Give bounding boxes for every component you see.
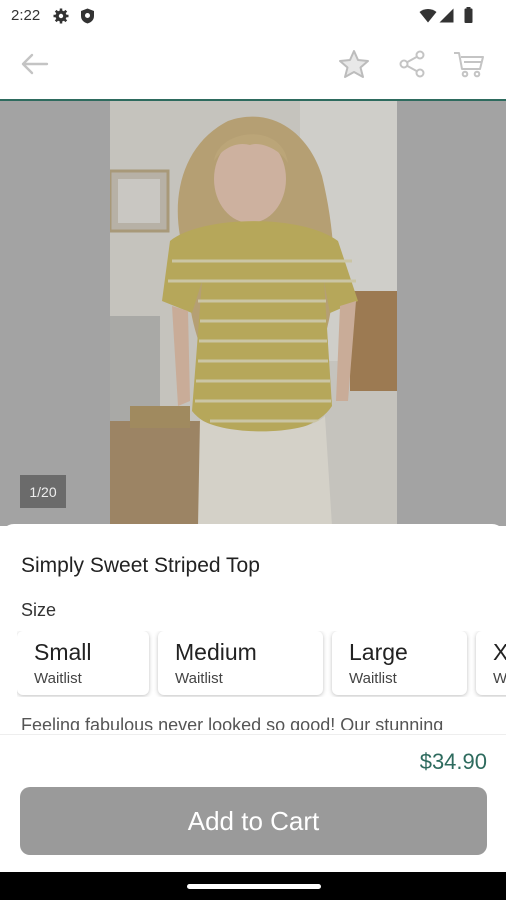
product-description: Feeling fabulous never looked so good! O…: [21, 715, 444, 730]
size-option-medium[interactable]: Medium Waitlist: [158, 631, 323, 695]
back-button[interactable]: [17, 49, 51, 83]
purchase-panel: $34.90 Add to Cart: [0, 734, 506, 872]
product-price: $34.90: [419, 749, 487, 774]
size-option-small[interactable]: Small Waitlist: [17, 631, 149, 695]
product-title: Simply Sweet Striped Top: [21, 554, 260, 577]
size-name: Large: [349, 639, 408, 665]
product-detail-sheet: Simply Sweet Striped Top Size Small Wait…: [0, 524, 506, 872]
image-counter: 1/20: [20, 475, 66, 508]
share-button[interactable]: [395, 49, 429, 83]
size-status: Waitlist: [175, 670, 223, 687]
size-options[interactable]: Small Waitlist Medium Waitlist Large Wai…: [17, 631, 506, 697]
star-icon: [338, 49, 370, 84]
status-bar: 2:22: [0, 0, 506, 32]
size-status: W: [493, 670, 506, 687]
share-icon: [398, 50, 426, 83]
favorite-button[interactable]: [337, 49, 371, 83]
product-photo: [110, 101, 397, 526]
size-name: Medium: [175, 639, 257, 665]
app-bar: [0, 32, 506, 101]
size-option-x[interactable]: X W: [476, 631, 506, 695]
shield-icon: [80, 8, 95, 29]
cart-button[interactable]: [452, 49, 486, 83]
battery-icon: [464, 7, 473, 28]
add-to-cart-button[interactable]: Add to Cart: [20, 787, 487, 855]
cart-icon: [453, 50, 485, 83]
size-option-large[interactable]: Large Waitlist: [332, 631, 467, 695]
cell-signal-icon: [439, 8, 454, 28]
status-time: 2:22: [11, 7, 41, 24]
size-status: Waitlist: [349, 670, 397, 687]
wifi-icon: [419, 8, 437, 28]
back-arrow-icon: [19, 52, 49, 81]
gear-icon: [53, 8, 69, 29]
product-image-gallery[interactable]: 1/20: [0, 101, 506, 526]
size-label: Size: [21, 600, 57, 620]
size-name: Small: [34, 639, 92, 665]
size-name: X: [493, 639, 506, 665]
system-nav-bar: [0, 872, 506, 900]
size-status: Waitlist: [34, 670, 82, 687]
home-gesture-handle[interactable]: [187, 884, 321, 889]
